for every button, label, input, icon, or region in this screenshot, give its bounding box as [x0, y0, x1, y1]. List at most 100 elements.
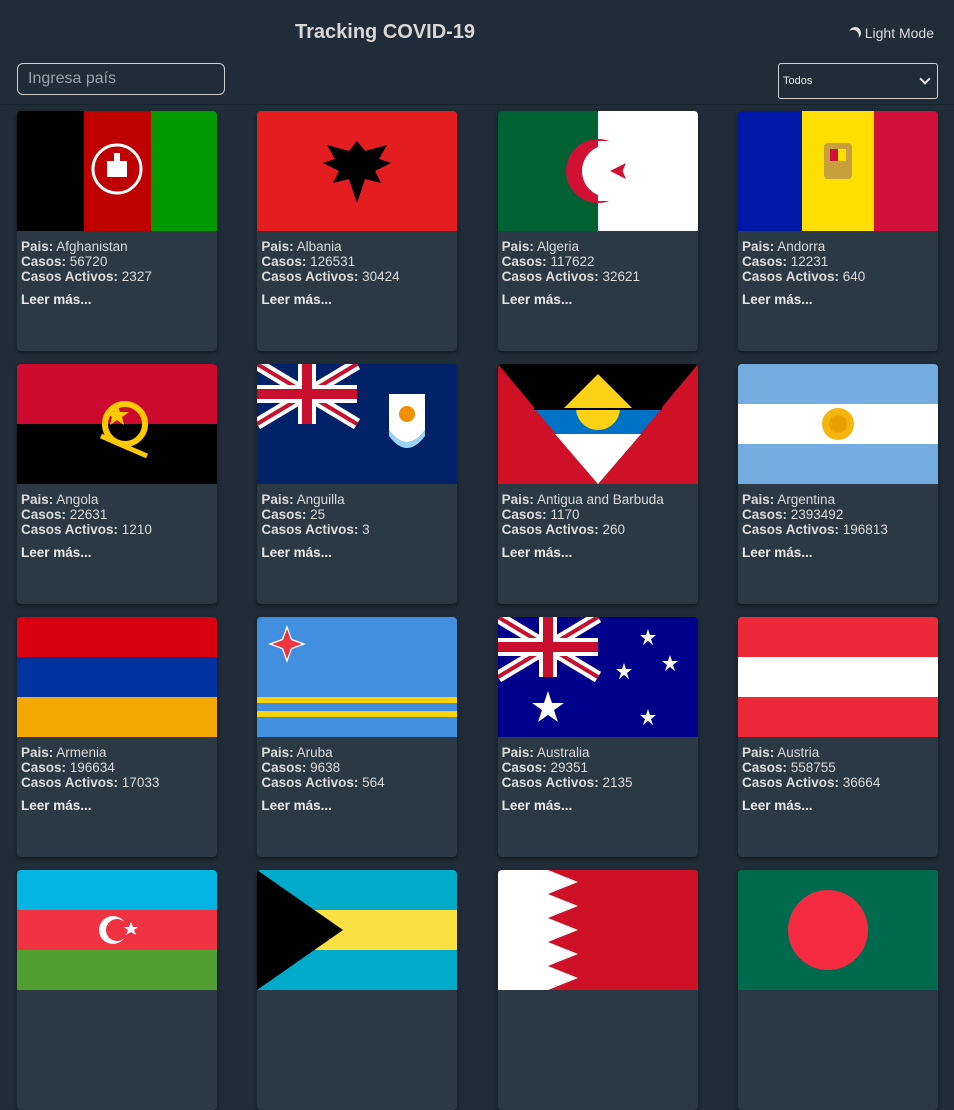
flag-bahrain: [497, 870, 698, 990]
flag-aruba: [257, 617, 458, 737]
country-card[interactable]: Pais: Argentina Casos: 2393492 Casos Act…: [737, 364, 938, 604]
label-pais: Pais:: [501, 239, 534, 254]
country-card[interactable]: [257, 870, 458, 1110]
label-casos: Casos:: [261, 760, 307, 775]
country-active: 564: [362, 775, 385, 790]
flag-angola: [17, 364, 217, 484]
label-activos: Casos Activos:: [21, 775, 119, 790]
country-name: Australia: [536, 745, 590, 760]
country-active: 260: [602, 522, 625, 537]
country-name: Afghanistan: [56, 239, 128, 254]
label-casos: Casos:: [501, 507, 547, 522]
country-active: 3: [362, 522, 370, 537]
label-activos: Casos Activos:: [261, 775, 359, 790]
flag-afghanistan: [17, 111, 217, 231]
country-card[interactable]: Pais: Antigua and Barbuda Casos: 1170 Ca…: [497, 364, 698, 604]
country-name: Argentina: [777, 492, 836, 507]
read-more-link[interactable]: Leer más...: [21, 798, 217, 813]
read-more-link[interactable]: Leer más...: [261, 545, 457, 560]
label-pais: Pais:: [261, 745, 294, 760]
read-more-link[interactable]: Leer más...: [261, 798, 457, 813]
label-pais: Pais:: [21, 745, 54, 760]
read-more-link[interactable]: Leer más...: [742, 292, 938, 307]
read-more-link[interactable]: Leer más...: [21, 292, 217, 307]
read-more-link[interactable]: Leer más...: [261, 292, 457, 307]
country-card[interactable]: Pais: Andorra Casos: 12231 Casos Activos…: [737, 111, 938, 351]
flag-bangladesh: [737, 870, 938, 990]
country-active: 196813: [842, 522, 888, 537]
country-card[interactable]: Pais: Australia Casos: 29351 Casos Activ…: [497, 617, 698, 857]
read-more-link[interactable]: Leer más...: [502, 798, 698, 813]
country-card[interactable]: Pais: Anguilla Casos: 25 Casos Activos: …: [257, 364, 458, 604]
country-name: Armenia: [56, 745, 107, 760]
country-cases: 126531: [310, 254, 356, 269]
country-card[interactable]: Pais: Afghanistan Casos: 56720 Casos Act…: [17, 111, 217, 351]
page-title: Tracking COVID-19: [295, 21, 476, 43]
country-name: Austria: [777, 745, 820, 760]
read-more-link[interactable]: Leer más...: [502, 545, 698, 560]
label-casos: Casos:: [261, 507, 307, 522]
label-activos: Casos Activos:: [21, 522, 119, 537]
country-card[interactable]: [497, 870, 698, 1110]
flag-algeria: [497, 111, 698, 231]
country-card[interactable]: Pais: Austria Casos: 558755 Casos Activo…: [737, 617, 938, 857]
country-cases: 29351: [550, 760, 588, 775]
label-pais: Pais:: [501, 745, 534, 760]
read-more-link[interactable]: Leer más...: [21, 545, 217, 560]
label-pais: Pais:: [501, 492, 534, 507]
label-casos: Casos:: [741, 760, 787, 775]
country-cases: 56720: [69, 254, 108, 269]
label-casos: Casos:: [501, 254, 547, 269]
label-activos: Casos Activos:: [501, 775, 599, 790]
label-casos: Casos:: [21, 760, 67, 775]
label-pais: Pais:: [741, 745, 775, 760]
flag-bahamas: [257, 870, 458, 990]
country-name: Albania: [296, 239, 342, 254]
country-name: Anguilla: [296, 492, 345, 507]
search-input[interactable]: [17, 63, 225, 95]
label-casos: Casos:: [741, 507, 787, 522]
country-cases: 558755: [790, 760, 836, 775]
country-cases: 196634: [69, 760, 115, 775]
label-activos: Casos Activos:: [741, 522, 840, 537]
country-card[interactable]: Pais: Armenia Casos: 196634 Casos Activo…: [17, 617, 217, 857]
flag-andorra: [737, 111, 938, 231]
theme-toggle-button[interactable]: Light Mode: [849, 25, 934, 41]
read-more-link[interactable]: Leer más...: [742, 798, 938, 813]
label-pais: Pais:: [741, 492, 775, 507]
country-info: Pais: Antigua and Barbuda Casos: 1170 Ca…: [498, 484, 698, 537]
label-casos: Casos:: [741, 254, 787, 269]
flag-albania: [257, 111, 458, 231]
country-card[interactable]: Pais: Aruba Casos: 9638 Casos Activos: 5…: [257, 617, 458, 857]
country-name: Angola: [56, 492, 99, 507]
country-name: Andorra: [777, 239, 826, 254]
flag-austria: [737, 617, 938, 737]
country-info: Pais: Afghanistan Casos: 56720 Casos Act…: [17, 231, 217, 284]
country-card[interactable]: Pais: Albania Casos: 126531 Casos Activo…: [257, 111, 458, 351]
country-active: 640: [842, 269, 866, 284]
country-active: 1210: [121, 522, 152, 537]
country-cases: 2393492: [790, 507, 844, 522]
label-activos: Casos Activos:: [261, 269, 359, 284]
label-pais: Pais:: [261, 239, 294, 254]
label-pais: Pais:: [261, 492, 294, 507]
theme-toggle-label: Light Mode: [864, 25, 934, 41]
label-casos: Casos:: [21, 507, 67, 522]
country-card[interactable]: Pais: Algeria Casos: 117622 Casos Activo…: [497, 111, 698, 351]
country-info: Pais: Argentina Casos: 2393492 Casos Act…: [738, 484, 938, 537]
country-active: 30424: [362, 269, 400, 284]
region-filter-value: Todos: [783, 75, 813, 87]
label-activos: Casos Activos:: [21, 269, 119, 284]
country-cases: 9638: [310, 760, 341, 775]
read-more-link[interactable]: Leer más...: [502, 292, 698, 307]
label-casos: Casos:: [501, 760, 547, 775]
read-more-link[interactable]: Leer más...: [742, 545, 938, 560]
country-card[interactable]: Pais: Angola Casos: 22631 Casos Activos:…: [17, 364, 217, 604]
country-card[interactable]: [737, 870, 938, 1110]
label-casos: Casos:: [21, 254, 67, 269]
country-active: 17033: [121, 775, 160, 790]
country-card[interactable]: [17, 870, 217, 1110]
country-cases: 1170: [550, 507, 580, 522]
country-active: 2135: [602, 775, 633, 790]
region-filter-select[interactable]: Todos: [778, 63, 938, 99]
